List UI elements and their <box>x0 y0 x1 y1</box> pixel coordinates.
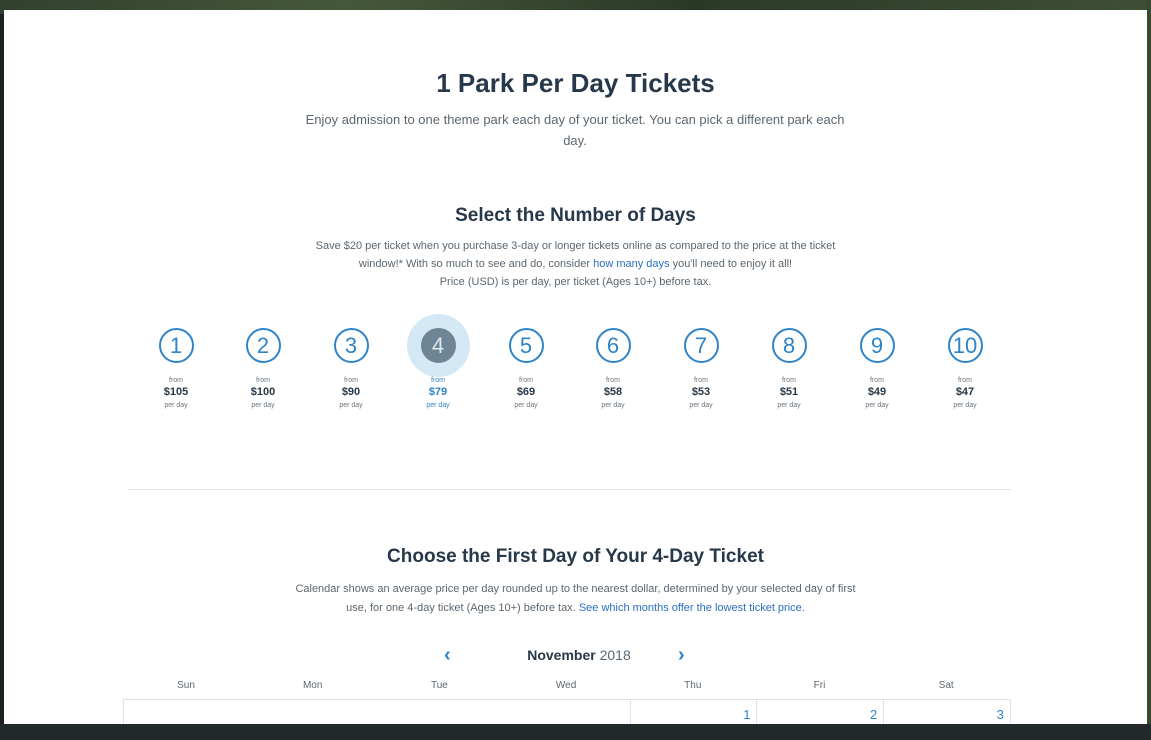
from-label: from <box>694 377 708 384</box>
calendar-day-3[interactable]: 3 <box>884 700 1011 724</box>
day-option-6[interactable]: 6 from $58 per day <box>578 328 648 409</box>
weekday-wed: Wed <box>555 680 577 691</box>
calendar-grid: 1 2 3 <box>123 699 1011 724</box>
from-label: from <box>958 377 972 384</box>
day-price: $49 <box>867 386 887 398</box>
per-day-label: per day <box>601 402 625 409</box>
calendar-empty-cell <box>504 700 631 724</box>
calendar-day-1[interactable]: 1 <box>631 700 758 724</box>
weekday-thu: Thu <box>684 680 702 691</box>
calendar-day-number: 3 <box>996 707 1004 722</box>
day-count-circle[interactable]: 10 <box>947 328 983 363</box>
from-label: from <box>256 377 270 384</box>
chevron-left-icon[interactable]: ‹ <box>444 644 451 667</box>
month-name: November <box>527 647 596 663</box>
day-price: $53 <box>691 386 711 398</box>
savings-text: Save $20 per ticket when you purchase 3-… <box>299 237 852 291</box>
per-day-label: per day <box>777 402 801 409</box>
calendar-day-number: 2 <box>869 707 878 722</box>
day-count-circle[interactable]: 1 <box>158 328 194 363</box>
day-price: $58 <box>603 386 623 398</box>
from-label: from <box>431 377 445 384</box>
from-label: from <box>344 377 358 384</box>
how-many-days-link[interactable]: how many days <box>593 258 669 270</box>
savings-text-end: you'll need to enjoy it all! <box>669 258 793 270</box>
chevron-right-icon[interactable]: › <box>678 644 685 667</box>
per-day-label: per day <box>953 402 977 409</box>
per-day-label: per day <box>689 402 713 409</box>
page-title: 1 Park Per Day Tickets <box>436 68 715 98</box>
day-option-10[interactable]: 10 from $47 per day <box>930 328 1000 409</box>
day-option-9[interactable]: 9 from $49 per day <box>842 328 912 409</box>
per-day-label: per day <box>514 402 538 409</box>
day-price: $105 <box>163 386 189 398</box>
from-label: from <box>519 377 533 384</box>
lowest-price-months-link[interactable]: See which months offer the lowest ticket… <box>579 602 805 614</box>
day-option-7[interactable]: 7 from $53 per day <box>666 328 736 409</box>
screen-bezel <box>0 724 1151 740</box>
per-day-label: per day <box>339 402 363 409</box>
day-option-1[interactable]: 1 from $105 per day <box>141 328 211 409</box>
per-day-label: per day <box>865 402 889 409</box>
calendar-empty-cell <box>251 700 377 724</box>
per-day-label: per day <box>164 402 188 409</box>
price-note: Price (USD) is per day, per ticket (Ages… <box>439 276 712 288</box>
ticket-page: 1 Park Per Day Tickets Enjoy admission t… <box>4 10 1147 724</box>
day-price: $79 <box>428 386 448 398</box>
day-option-5[interactable]: 5 from $69 per day <box>491 328 561 409</box>
calendar-empty-cell <box>124 700 250 724</box>
day-price: $47 <box>955 386 975 398</box>
day-count-circle[interactable]: 8 <box>771 328 807 363</box>
day-count-circle[interactable]: 5 <box>508 328 544 363</box>
month-label: November 2018 <box>494 647 664 663</box>
calendar-day-number: 1 <box>743 707 751 722</box>
from-label: from <box>606 377 620 384</box>
calendar-description: Calendar shows an average price per day … <box>294 580 857 618</box>
per-day-label: per day <box>426 402 450 409</box>
day-count-circle[interactable]: 2 <box>245 328 281 363</box>
from-label: from <box>169 377 183 384</box>
day-price: $90 <box>341 386 361 398</box>
days-heading: Select the Number of Days <box>455 205 696 226</box>
day-option-3[interactable]: 3 from $90 per day <box>316 328 386 409</box>
day-option-8[interactable]: 8 from $51 per day <box>754 328 824 409</box>
month-year: 2018 <box>599 647 631 663</box>
weekday-fri: Fri <box>813 680 826 691</box>
section-divider <box>128 489 1011 490</box>
day-price: $69 <box>516 386 536 398</box>
day-count-circle[interactable]: 6 <box>595 328 631 363</box>
day-option-2[interactable]: 2 from $100 per day <box>228 328 298 409</box>
intro-text: Enjoy admission to one theme park each d… <box>305 112 845 148</box>
calendar-day-2[interactable]: 2 <box>758 700 885 724</box>
from-label: from <box>782 377 796 384</box>
day-count-circle[interactable]: 4 <box>420 328 456 363</box>
weekday-tue: Tue <box>430 680 448 691</box>
day-count-circle[interactable]: 3 <box>333 328 369 363</box>
per-day-label: per day <box>251 402 275 409</box>
day-count-circle[interactable]: 7 <box>683 328 719 363</box>
calendar-heading: Choose the First Day of Your 4-Day Ticke… <box>387 546 764 567</box>
day-price: $51 <box>779 386 799 398</box>
calendar-empty-cell <box>377 700 503 724</box>
day-count-circle[interactable]: 9 <box>859 328 895 363</box>
from-label: from <box>870 377 884 384</box>
weekday-mon: Mon <box>302 680 323 691</box>
weekday-sun: Sun <box>177 680 195 691</box>
day-price: $100 <box>250 386 276 398</box>
weekday-sat: Sat <box>938 680 954 691</box>
day-options: 1 from $105 per day 2 from $100 per day 3 from $90… <box>4 328 1147 448</box>
day-option-4[interactable]: 4 from $79 per day <box>403 328 473 409</box>
